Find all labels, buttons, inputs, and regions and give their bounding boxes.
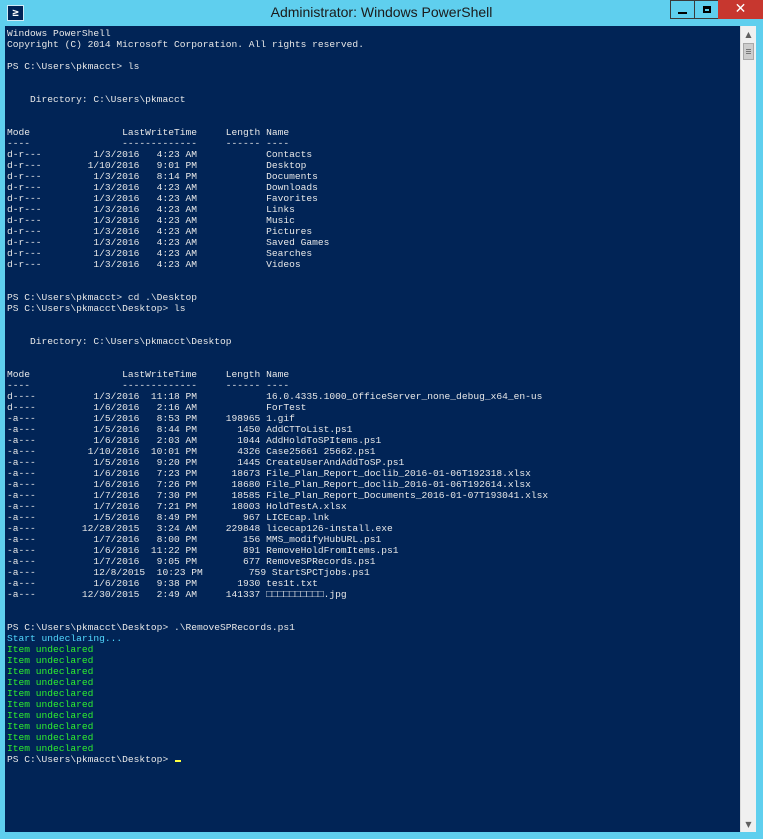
console-line: Directory: C:\Users\pkmacct	[7, 94, 186, 105]
text-cursor	[174, 760, 181, 762]
console-line: d-r--- 1/3/2016 4:23 AM Pictures	[7, 226, 313, 237]
console-line: -a--- 1/7/2016 7:30 PM 18585 File_Plan_R…	[7, 490, 549, 501]
console-line: d-r--- 1/3/2016 4:23 AM Videos	[7, 259, 301, 270]
console-line: d-r--- 1/3/2016 4:23 AM Links	[7, 204, 295, 215]
console-line: Item undeclared	[7, 699, 94, 710]
console-line: Copyright (C) 2014 Microsoft Corporation…	[7, 39, 364, 50]
vertical-scrollbar[interactable]: ▲ ▼	[740, 26, 756, 832]
maximize-icon	[702, 6, 711, 13]
console-line: d-r--- 1/3/2016 8:14 PM Documents	[7, 171, 318, 182]
scroll-down-button[interactable]: ▼	[741, 816, 756, 832]
scroll-thumb[interactable]	[743, 43, 754, 60]
console-line: -a--- 12/30/2015 2:49 AM 141337 □□□□□□□□…	[7, 589, 347, 600]
console-line: Item undeclared	[7, 666, 94, 677]
grip-line	[746, 51, 751, 52]
console-line: Item undeclared	[7, 688, 94, 699]
window-title: Administrator: Windows PowerShell	[270, 4, 493, 20]
console-line: d-r--- 1/3/2016 4:23 AM Favorites	[7, 193, 318, 204]
console-line: PS C:\Users\pkmacct> cd .\Desktop	[7, 292, 197, 303]
console-line: -a--- 1/6/2016 7:23 PM 18673 File_Plan_R…	[7, 468, 531, 479]
window-bottom-border	[0, 832, 763, 839]
console-line: Mode LastWriteTime Length Name	[7, 369, 290, 380]
arrow-down-icon: ▼	[745, 819, 752, 829]
console-line: d-r--- 1/3/2016 4:23 AM Saved Games	[7, 237, 330, 248]
console-line: Item undeclared	[7, 677, 94, 688]
console-line: d-r--- 1/3/2016 4:23 AM Contacts	[7, 149, 313, 160]
scroll-up-button[interactable]: ▲	[741, 26, 756, 42]
console-line: -a--- 1/7/2016 7:21 PM 18003 HoldTestA.x…	[7, 501, 347, 512]
console-line: Item undeclared	[7, 721, 94, 732]
console-line: ---- ------------- ------ ----	[7, 380, 290, 391]
console-line: -a--- 1/5/2016 8:49 PM 967 LICEcap.lnk	[7, 512, 330, 523]
close-icon: ✕	[734, 1, 747, 17]
console-line: PS C:\Users\pkmacct\Desktop> .\RemoveSPR…	[7, 622, 295, 633]
console-line: -a--- 12/8/2015 10:23 PM 759 StartSPCTjo…	[7, 567, 370, 578]
console-prompt: PS C:\Users\pkmacct\Desktop>	[7, 754, 174, 765]
console-line: Windows PowerShell	[7, 28, 111, 39]
console-line: d---- 1/6/2016 2:16 AM ForTest	[7, 402, 307, 413]
minimize-button[interactable]	[670, 0, 695, 19]
console-line: d-r--- 1/3/2016 4:23 AM Music	[7, 215, 295, 226]
console-line: Item undeclared	[7, 644, 94, 655]
title-bar[interactable]: ≥ Administrator: Windows PowerShell ✕	[0, 0, 763, 26]
console-line: d-r--- 1/10/2016 9:01 PM Desktop	[7, 160, 307, 171]
console-line: -a--- 1/7/2016 8:00 PM 156 MMS_modifyHub…	[7, 534, 382, 545]
console-text[interactable]: Windows PowerShell Copyright (C) 2014 Mic…	[5, 26, 740, 765]
console-line: Mode LastWriteTime Length Name	[7, 127, 290, 138]
console-line: -a--- 1/7/2016 9:05 PM 677 RemoveSPRecor…	[7, 556, 376, 567]
console-line: ---- ------------- ------ ----	[7, 138, 290, 149]
console-line: Directory: C:\Users\pkmacct\Desktop	[7, 336, 232, 347]
console-line: Item undeclared	[7, 743, 94, 754]
console-line: -a--- 1/6/2016 7:26 PM 18680 File_Plan_R…	[7, 479, 531, 490]
console-line: -a--- 1/5/2016 8:44 PM 1450 AddCTToList.…	[7, 424, 353, 435]
close-button[interactable]: ✕	[718, 0, 763, 19]
console-line: -a--- 1/10/2016 10:01 PM 4326 Case25661 …	[7, 446, 376, 457]
maximize-button[interactable]	[694, 0, 719, 19]
console-line: -a--- 1/6/2016 2:03 AM 1044 AddHoldToSPI…	[7, 435, 382, 446]
grip-line	[746, 53, 751, 54]
console-line: -a--- 1/5/2016 8:53 PM 198965 1.gif	[7, 413, 295, 424]
arrow-up-icon: ▲	[745, 29, 752, 39]
console-prompt-line[interactable]: PS C:\Users\pkmacct\Desktop>	[7, 754, 740, 765]
console-line: Start undeclaring...	[7, 633, 123, 644]
console-line: -a--- 12/28/2015 3:24 AM 229848 licecap1…	[7, 523, 393, 534]
console-line: -a--- 1/5/2016 9:20 PM 1445 CreateUserAn…	[7, 457, 405, 468]
grip-line	[746, 49, 751, 50]
console-line: Item undeclared	[7, 655, 94, 666]
console-output[interactable]: Windows PowerShell Copyright (C) 2014 Mic…	[5, 26, 740, 832]
console-line: d-r--- 1/3/2016 4:23 AM Downloads	[7, 182, 318, 193]
console-line: -a--- 1/6/2016 9:38 PM 1930 tes1t.txt	[7, 578, 318, 589]
minimize-icon	[678, 11, 687, 14]
console-line: -a--- 1/6/2016 11:22 PM 891 RemoveHoldFr…	[7, 545, 399, 556]
console-line: d-r--- 1/3/2016 4:23 AM Searches	[7, 248, 313, 259]
console-line: Item undeclared	[7, 710, 94, 721]
console-line: PS C:\Users\pkmacct\Desktop> ls	[7, 303, 186, 314]
console-line: PS C:\Users\pkmacct> ls	[7, 61, 140, 72]
console-line: d---- 1/3/2016 11:18 PM 16.0.4335.1000_O…	[7, 391, 543, 402]
console-line: Item undeclared	[7, 732, 94, 743]
